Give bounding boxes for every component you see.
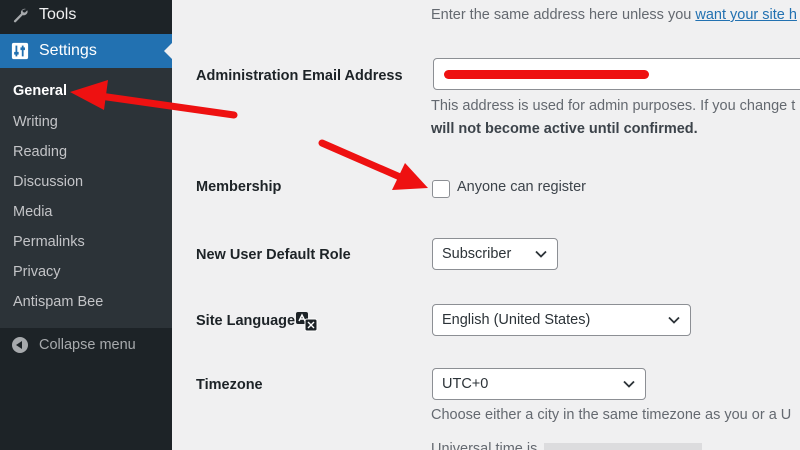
redaction-mark xyxy=(444,70,649,79)
site-address-link[interactable]: want your site h xyxy=(695,7,797,23)
sidebar-item-tools[interactable]: Tools xyxy=(0,0,172,32)
site-language-select[interactable]: English (United States) xyxy=(432,304,691,336)
sidebar-item-label: Tools xyxy=(39,6,77,23)
submenu-item-writing[interactable]: Writing xyxy=(13,114,58,130)
admin-email-help: This address is used for admin purposes.… xyxy=(431,98,796,114)
select-value: Subscriber xyxy=(442,246,512,262)
universal-time-value xyxy=(544,443,702,450)
settings-form: Enter the same address here unless you w… xyxy=(172,0,800,450)
submenu-item-privacy[interactable]: Privacy xyxy=(13,264,61,280)
timezone-label: Timezone xyxy=(196,377,263,393)
universal-time-label: Universal time is xyxy=(431,441,538,450)
collapse-arrow-icon xyxy=(12,337,28,353)
submenu-item-permalinks[interactable]: Permalinks xyxy=(13,234,85,250)
select-value: English (United States) xyxy=(442,312,591,328)
admin-email-help-bold: will not become active until confirmed. xyxy=(431,121,698,137)
site-language-label: Site Language xyxy=(196,313,296,329)
collapse-menu-label: Collapse menu xyxy=(39,337,136,353)
submenu-item-antispam-bee[interactable]: Antispam Bee xyxy=(13,294,103,310)
select-value: UTC+0 xyxy=(442,376,489,392)
help-text: Enter the same address here unless you xyxy=(431,7,696,23)
help-bold-text: will not become active until confirmed. xyxy=(431,121,698,137)
chevron-down-icon xyxy=(667,314,681,330)
admin-sidebar: Tools Settings General Writing Reading D… xyxy=(0,0,172,450)
settings-sliders-icon xyxy=(10,41,30,61)
settings-submenu: General Writing Reading Discussion Media… xyxy=(0,68,172,328)
anyone-can-register-label[interactable]: Anyone can register xyxy=(457,179,586,195)
membership-label: Membership xyxy=(196,179,282,195)
site-address-help: Enter the same address here unless you w… xyxy=(431,7,797,23)
wrench-icon xyxy=(10,5,30,25)
sidebar-item-settings[interactable]: Settings xyxy=(0,34,172,68)
default-role-label: New User Default Role xyxy=(196,247,351,263)
translation-icon xyxy=(296,312,318,337)
default-role-select[interactable]: Subscriber xyxy=(432,238,558,270)
anyone-can-register-checkbox[interactable] xyxy=(432,180,450,198)
admin-email-input[interactable] xyxy=(433,58,800,90)
collapse-menu-button[interactable]: Collapse menu xyxy=(0,332,172,358)
submenu-item-reading[interactable]: Reading xyxy=(13,144,67,160)
admin-email-label: Administration Email Address xyxy=(196,68,403,84)
submenu-item-discussion[interactable]: Discussion xyxy=(13,174,83,190)
chevron-down-icon xyxy=(622,378,636,394)
timezone-select[interactable]: UTC+0 xyxy=(432,368,646,400)
timezone-help: Choose either a city in the same timezon… xyxy=(431,407,792,423)
sidebar-item-label: Settings xyxy=(39,42,97,59)
submenu-item-media[interactable]: Media xyxy=(13,204,53,220)
chevron-down-icon xyxy=(534,248,548,264)
submenu-item-general[interactable]: General xyxy=(13,83,67,99)
